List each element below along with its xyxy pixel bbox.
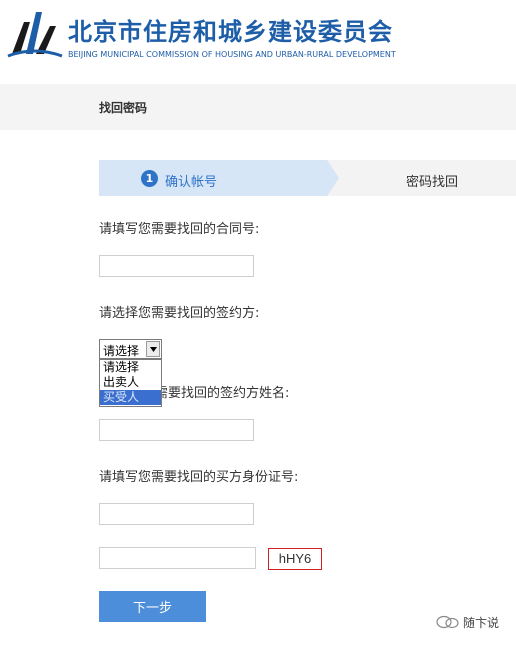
dropdown-option[interactable]: 出卖人 — [100, 375, 161, 390]
step-1-label: 确认帐号 — [165, 175, 218, 190]
party-select-value: 请选择 — [103, 344, 140, 358]
next-step-button[interactable]: 下一步 — [99, 591, 206, 622]
watermark-text: 随卞说 — [463, 616, 500, 630]
party-select-label: 请选择您需要找回的签约方: — [99, 306, 260, 321]
contract-number-label: 请填写您需要找回的合同号: — [99, 222, 260, 237]
step-1-arrow — [99, 160, 339, 196]
step-2-label: 密码找回 — [406, 175, 459, 190]
dropdown-option-highlighted[interactable]: 买受人 — [100, 390, 161, 405]
buyer-id-input[interactable] — [99, 503, 254, 525]
party-dropdown-list: 请选择 出卖人 买受人 — [99, 359, 162, 407]
dropdown-option[interactable]: 请选择 — [100, 360, 161, 375]
site-header: 北京市住房和城乡建设委员会 BEIJING MUNICIPAL COMMISSI… — [0, 0, 516, 72]
buyer-id-label: 请填写您需要找回的买方身份证号: — [99, 470, 299, 485]
captcha-image[interactable]: hHY6 — [268, 548, 322, 570]
contract-number-input[interactable] — [99, 255, 254, 277]
commission-logo — [7, 12, 63, 58]
wechat-icon — [436, 615, 459, 629]
site-title-chinese: 北京市住房和城乡建设委员会 — [68, 18, 393, 46]
chevron-down-icon[interactable] — [146, 341, 160, 357]
page-title: 找回密码 — [99, 101, 148, 115]
step-number-badge: 1 — [141, 170, 158, 187]
party-select[interactable]: 请选择 — [99, 339, 162, 359]
site-title-english: BEIJING MUNICIPAL COMMISSION OF HOUSING … — [68, 50, 396, 59]
party-name-input[interactable] — [99, 419, 254, 441]
page-title-bar: 找回密码 — [0, 84, 516, 130]
captcha-input[interactable] — [99, 547, 256, 569]
